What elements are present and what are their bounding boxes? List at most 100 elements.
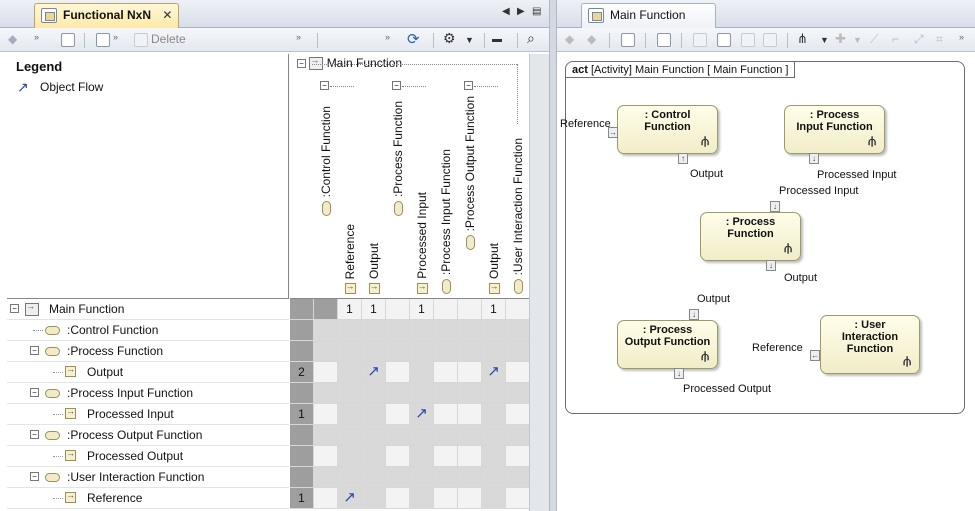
collapse-toggle-icon[interactable]: − (30, 346, 39, 355)
matrix-cell[interactable] (386, 362, 410, 383)
row-header[interactable]: :Control Function (7, 320, 289, 341)
matrix-cell[interactable] (482, 320, 506, 341)
column-count-cell[interactable]: 1 (410, 299, 434, 320)
matrix-cell[interactable] (362, 404, 386, 425)
row-header[interactable]: − :Process Input Function (7, 383, 289, 404)
matrix-cell[interactable] (482, 404, 506, 425)
matrix-cell[interactable] (506, 467, 530, 488)
dropdown-arrow-icon[interactable]: ▼ (465, 35, 474, 51)
matrix-cell[interactable] (506, 383, 530, 404)
row-header[interactable]: Output (7, 362, 289, 383)
edit-icon[interactable] (96, 33, 110, 47)
matrix-cell[interactable]: ↗ (482, 362, 506, 383)
column-header[interactable]: :Process Output Function (458, 96, 482, 296)
row-header[interactable]: Processed Input (7, 404, 289, 425)
matrix-cell[interactable] (314, 320, 338, 341)
gear-icon[interactable]: ⚙ (443, 30, 456, 46)
toolbar-overflow-icon[interactable]: » (959, 32, 964, 42)
toolbar-overflow-icon[interactable]: » (34, 32, 39, 42)
collapse-toggle-icon[interactable]: − (392, 81, 401, 90)
matrix-cell[interactable] (434, 488, 458, 509)
matrix-cell[interactable] (362, 320, 386, 341)
add-element-icon[interactable]: ✚ (835, 31, 846, 47)
matrix-cell[interactable] (434, 425, 458, 446)
toolbar-overflow-icon[interactable]: » (296, 32, 301, 42)
pin-reference[interactable]: ← (810, 350, 820, 361)
matrix-cell[interactable] (506, 488, 530, 509)
copy-icon[interactable] (693, 33, 707, 47)
action-node-control-function[interactable]: : Control Function ⫛ (617, 105, 718, 154)
action-node-process-input-function[interactable]: : Process Input Function ⫛ (784, 105, 885, 154)
matrix-cell[interactable] (458, 383, 482, 404)
collapse-toggle-icon[interactable]: − (30, 472, 39, 481)
matrix-cell[interactable] (434, 446, 458, 467)
matrix-cell[interactable] (434, 320, 458, 341)
matrix-cell[interactable] (386, 467, 410, 488)
collapse-icon[interactable]: ▬ (492, 34, 502, 50)
matrix-cell[interactable]: ↗ (362, 362, 386, 383)
matrix-cell[interactable] (362, 341, 386, 362)
column-header[interactable]: Processed Input (410, 192, 434, 296)
duplicate-icon[interactable] (763, 33, 777, 47)
pin-output[interactable]: ↓ (689, 309, 699, 320)
matrix-cell[interactable] (410, 383, 434, 404)
matrix-cell[interactable] (386, 383, 410, 404)
search-icon[interactable]: ⌕ (527, 30, 535, 46)
column-count-cell[interactable]: 1 (362, 299, 386, 320)
matrix-cell[interactable]: ↗ (338, 488, 362, 509)
collapse-toggle-icon[interactable]: − (30, 430, 39, 439)
rectilinear-icon[interactable]: ⌐ (892, 32, 899, 48)
matrix-cell[interactable] (338, 467, 362, 488)
delete-button[interactable]: Delete (151, 32, 186, 48)
matrix-cell[interactable] (386, 404, 410, 425)
matrix-cell[interactable] (362, 425, 386, 446)
matrix-cell[interactable] (434, 404, 458, 425)
vertical-scrollbar[interactable] (529, 54, 549, 511)
action-node-process-function[interactable]: : Process Function ⫛ (700, 212, 801, 261)
matrix-cell[interactable] (482, 467, 506, 488)
matrix-cell[interactable]: ↗ (410, 404, 434, 425)
row-header[interactable]: − Main Function (7, 299, 289, 320)
column-header[interactable]: :User Interaction Function (506, 138, 530, 296)
row-header[interactable]: − :Process Function (7, 341, 289, 362)
action-node-user-interaction-function[interactable]: : User Interaction Function ⫛ (820, 315, 920, 374)
matrix-cell[interactable] (386, 341, 410, 362)
column-count-cell[interactable] (386, 299, 410, 320)
matrix-cell[interactable] (362, 383, 386, 404)
bezier-icon[interactable]: ⤢ (914, 32, 924, 48)
matrix-cell[interactable] (314, 362, 338, 383)
dropdown-arrow-icon[interactable]: ▼ (820, 35, 829, 51)
pin-processed-input[interactable]: ↓ (809, 153, 819, 164)
column-count-cell[interactable]: 1 (482, 299, 506, 320)
collapse-toggle-icon[interactable]: − (464, 81, 473, 90)
matrix-cell[interactable] (314, 404, 338, 425)
back-arrow-icon[interactable]: ◆ (565, 32, 574, 48)
matrix-cell[interactable] (338, 425, 362, 446)
column-count-cell[interactable] (506, 299, 530, 320)
matrix-cell[interactable] (410, 467, 434, 488)
toolbar-overflow-icon[interactable]: » (113, 32, 118, 42)
tab-scroll-right-icon[interactable]: ▶ (517, 6, 525, 17)
matrix-cell[interactable] (458, 404, 482, 425)
matrix-cell[interactable] (338, 320, 362, 341)
matrix-cell[interactable] (410, 341, 434, 362)
row-header[interactable]: Reference (7, 488, 289, 509)
column-header[interactable]: :Control Function (314, 106, 338, 296)
matrix-cell[interactable] (362, 446, 386, 467)
matrix-cell[interactable] (410, 320, 434, 341)
matrix-cell[interactable] (506, 404, 530, 425)
action-node-process-output-function[interactable]: : Process Output Function ⫛ (617, 320, 718, 369)
row-header[interactable]: − :Process Output Function (7, 425, 289, 446)
matrix-cell[interactable] (338, 362, 362, 383)
collapse-toggle-icon[interactable]: − (30, 388, 39, 397)
matrix-cell[interactable] (338, 404, 362, 425)
matrix-cell[interactable] (458, 425, 482, 446)
matrix-cell[interactable] (434, 383, 458, 404)
tab-functional-nxn[interactable]: Functional NxN ✕ (34, 3, 180, 28)
close-icon[interactable]: ✕ (162, 8, 172, 22)
matrix-cell[interactable] (506, 341, 530, 362)
matrix-cell[interactable] (410, 362, 434, 383)
matrix-cell[interactable] (386, 446, 410, 467)
matrix-cell[interactable] (482, 446, 506, 467)
column-header[interactable]: :Process Function (386, 101, 410, 296)
